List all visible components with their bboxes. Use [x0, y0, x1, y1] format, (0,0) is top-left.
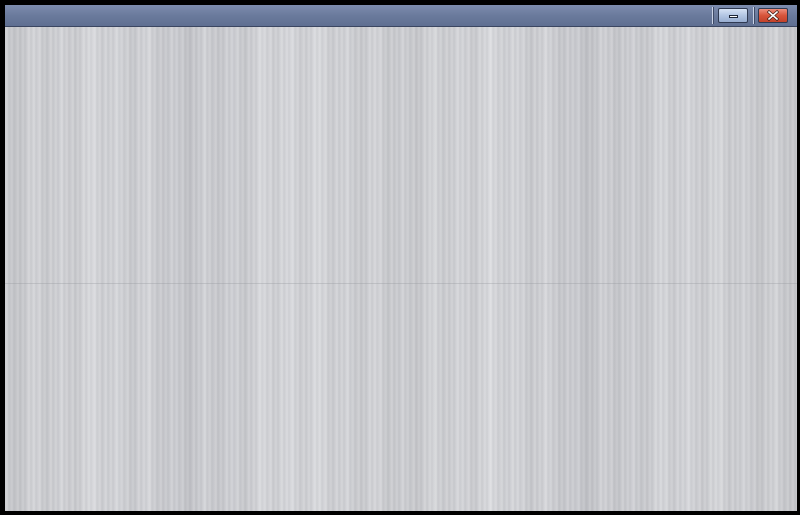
- app-window: [0, 0, 800, 515]
- background-seam: [5, 283, 797, 284]
- minimize-icon: [729, 15, 738, 18]
- minimize-button[interactable]: [718, 8, 748, 23]
- titlebar-separator: [712, 7, 713, 24]
- window-content: [5, 27, 797, 511]
- titlebar-separator: [753, 7, 754, 24]
- close-button[interactable]: [758, 8, 788, 23]
- close-icon: [766, 9, 780, 22]
- title-bar[interactable]: [5, 5, 797, 27]
